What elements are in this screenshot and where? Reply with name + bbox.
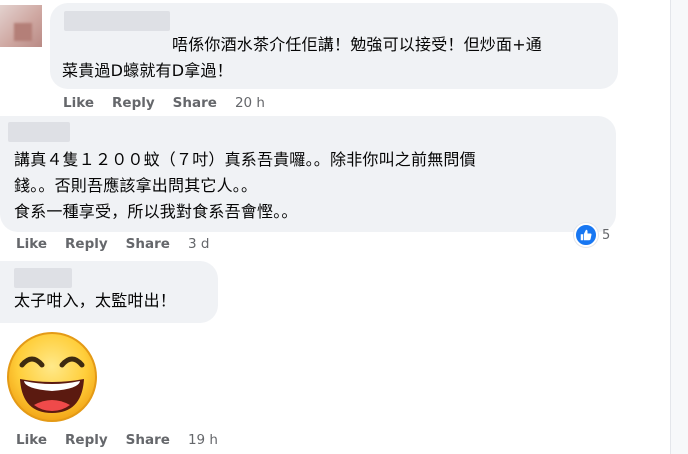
- reply-button[interactable]: Reply: [112, 95, 155, 111]
- commenter-name[interactable]: [64, 11, 170, 31]
- comment-text-line: 太子咁入，太監咁出！: [14, 291, 177, 310]
- comment-actions: Like Reply Share 3 d: [16, 234, 209, 254]
- reaction-summary[interactable]: 5: [574, 223, 611, 247]
- reply-button[interactable]: Reply: [65, 236, 108, 252]
- comment-text-line: 錢。。否則吾應該拿出問其它人。。: [14, 176, 258, 195]
- timestamp[interactable]: 20 h: [235, 95, 265, 111]
- comment-text-line: 唔係你酒水茶介任佢講！勉強可以接受！但炒面+通: [172, 35, 543, 54]
- commenter-name[interactable]: [8, 122, 70, 142]
- comment-actions: Like Reply Share 20 h: [63, 93, 265, 113]
- comment-text-line: 食系一種享受，所以我對食系吾會慳。。: [14, 202, 298, 221]
- thumbs-up-icon: [574, 223, 598, 247]
- reaction-count: 5: [602, 227, 611, 243]
- share-button[interactable]: Share: [126, 236, 170, 252]
- comment-actions: Like Reply Share 19 h: [16, 430, 218, 450]
- scrollbar[interactable]: [670, 0, 688, 454]
- like-button[interactable]: Like: [63, 95, 94, 111]
- timestamp[interactable]: 19 h: [188, 432, 218, 448]
- avatar[interactable]: [0, 5, 42, 47]
- commenter-name[interactable]: [14, 268, 72, 288]
- comment-text-line: 講真４隻１２００蚊（７吋）真系吾貴囉。。除非你叫之前無問價: [14, 150, 476, 169]
- comment-text-line: 菜貴過D蠔就有D拿過！: [62, 61, 233, 80]
- reply-button[interactable]: Reply: [65, 432, 108, 448]
- timestamp[interactable]: 3 d: [188, 236, 209, 252]
- share-button[interactable]: Share: [173, 95, 217, 111]
- share-button[interactable]: Share: [126, 432, 170, 448]
- like-button[interactable]: Like: [16, 236, 47, 252]
- laughing-face-emoji: [7, 332, 97, 422]
- like-button[interactable]: Like: [16, 432, 47, 448]
